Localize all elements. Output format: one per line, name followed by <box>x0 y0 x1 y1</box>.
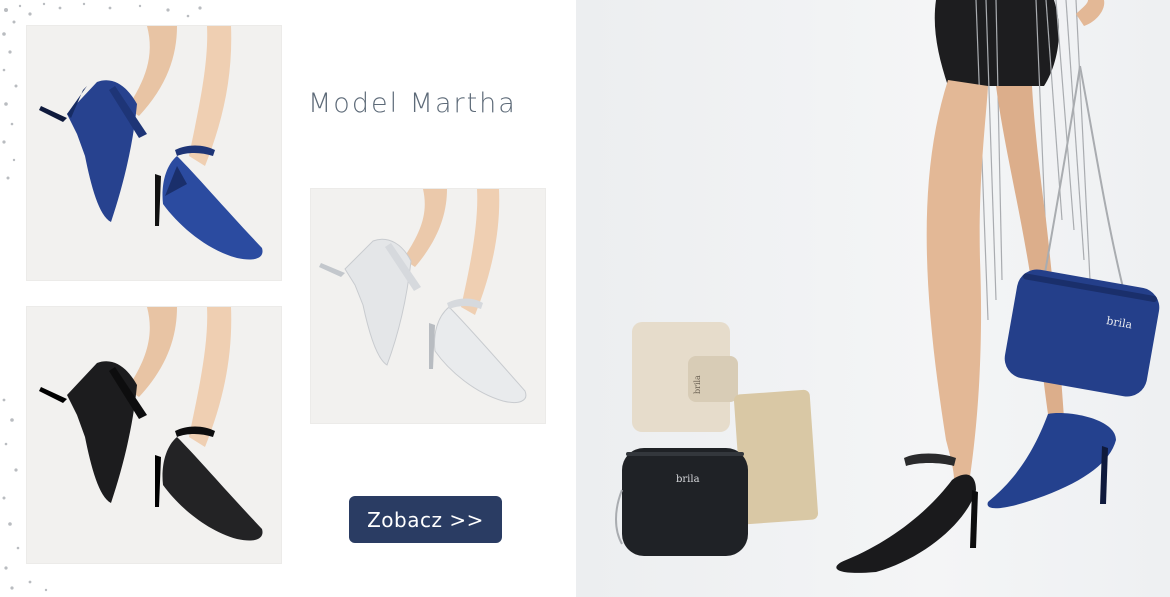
product-image-navy[interactable] <box>27 26 281 280</box>
silver-heels-photo <box>319 189 527 404</box>
product-image-silver[interactable] <box>311 189 545 423</box>
hero-scene: brila brila brila <box>615 0 1160 573</box>
hero-lifestyle-photo[interactable]: brila brila brila <box>576 0 1170 597</box>
svg-text:brila: brila <box>693 375 702 394</box>
black-heels-photo <box>39 307 263 541</box>
navy-heels-photo <box>39 26 263 260</box>
product-image-black[interactable] <box>27 307 281 563</box>
zobacz-button[interactable]: Zobacz >> <box>349 496 502 543</box>
svg-text:brila: brila <box>676 474 700 485</box>
model-title: Model Martha <box>308 88 517 119</box>
